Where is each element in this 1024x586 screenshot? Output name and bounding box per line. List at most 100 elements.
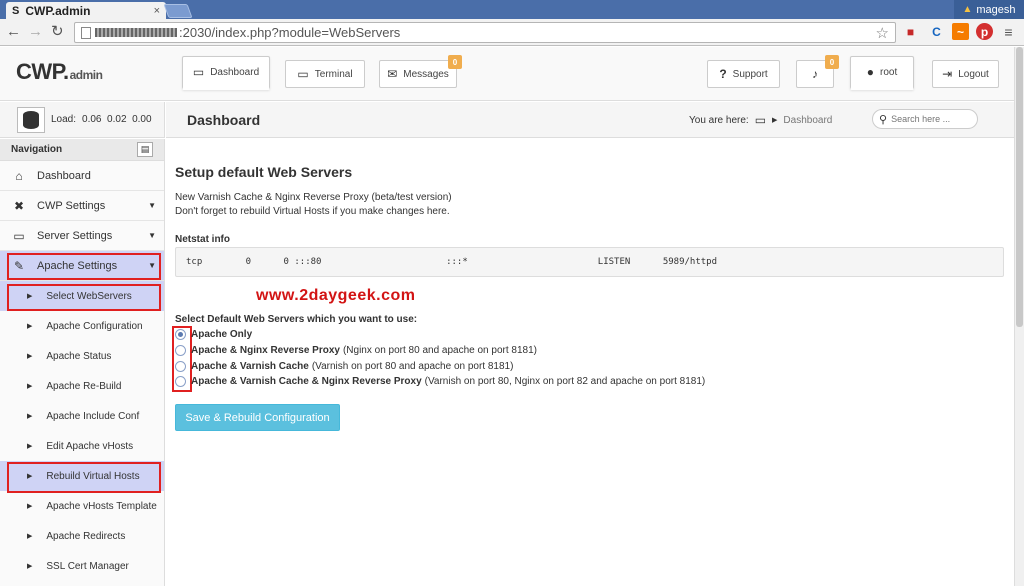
logout-icon: ⇥: [942, 67, 953, 81]
sidebar-item-dashboard[interactable]: ⌂ Dashboard: [0, 161, 164, 191]
save-rebuild-button[interactable]: Save & Rebuild Configuration: [175, 404, 340, 431]
search-box: ⚲: [872, 109, 978, 129]
sidebar-sub-apache-status[interactable]: ▶ Apache Status: [0, 341, 164, 371]
dashboard-button[interactable]: ▭ Dashboard: [182, 56, 270, 90]
radio-button[interactable]: [175, 345, 186, 356]
terminal-button[interactable]: ▭ Terminal: [285, 60, 365, 88]
new-tab-button[interactable]: [163, 4, 193, 18]
webserver-option-apache-only[interactable]: Apache Only: [175, 327, 255, 342]
radio-button[interactable]: [175, 329, 186, 340]
search-icon: ⚲: [879, 113, 888, 126]
back-icon[interactable]: ←: [6, 24, 21, 40]
cwp-logo[interactable]: CWP.admin: [16, 59, 103, 85]
option-note: (Varnish on port 80 and apache on port 8…: [311, 361, 514, 372]
webserver-option-apache-varnish[interactable]: Apache & Varnish Cache (Varnish on port …: [175, 359, 513, 374]
browser-user[interactable]: ▲ magesh: [954, 0, 1024, 19]
notifications-badge: 0: [825, 55, 839, 69]
reload-icon[interactable]: ↻: [51, 24, 64, 40]
sidebar-item-apache-settings[interactable]: ✎ Apache Settings ▼: [0, 251, 164, 281]
sidebar-sub-apache-vhosts-template[interactable]: ▶ Apache vHosts Template: [0, 491, 164, 521]
sidebar-sub-ssl-cert-manager[interactable]: ▶ SSL Cert Manager: [0, 551, 164, 581]
radio-button[interactable]: [175, 361, 186, 372]
extension-train-icon[interactable]: ■: [902, 23, 919, 40]
search-input[interactable]: [891, 114, 972, 124]
user-button-label: root: [880, 66, 898, 78]
chevron-right-icon: ▶: [27, 353, 33, 360]
sidebar-sub-label: Apache Status: [46, 350, 112, 362]
support-button[interactable]: ? Support: [707, 60, 780, 88]
page-scrollbar[interactable]: [1014, 47, 1024, 586]
option-note: (Nginx on port 80 and apache on port 818…: [342, 345, 537, 356]
scrollbar-thumb[interactable]: [1016, 47, 1023, 327]
sidebar-item-label: CWP Settings: [37, 199, 106, 212]
question-icon: ?: [719, 67, 727, 81]
sidebar-toggle-icon[interactable]: ▤: [137, 142, 153, 157]
radio-button[interactable]: [175, 376, 186, 387]
messages-button[interactable]: ✉ Messages 0: [379, 55, 462, 88]
home-icon: ⌂: [15, 168, 23, 183]
chevron-right-icon: ▶: [772, 117, 778, 124]
extension-pinterest-icon[interactable]: p: [976, 23, 993, 40]
chevron-right-icon: ▶: [27, 443, 33, 450]
description-line: Don't forget to rebuild Virtual Hosts if…: [175, 206, 450, 217]
user-icon: ●: [866, 65, 874, 79]
logo-sub: admin: [69, 68, 103, 82]
chevron-right-icon: ▶: [27, 293, 33, 300]
extension-chart-icon[interactable]: ~: [952, 23, 969, 40]
messages-button-label: Messages: [403, 68, 449, 80]
notifications-button[interactable]: ♪ 0: [796, 55, 839, 88]
logout-button[interactable]: ⇥ Logout: [932, 60, 999, 88]
browser-menu-icon[interactable]: ≡: [1000, 23, 1017, 40]
monitor-icon: ▭: [13, 228, 25, 243]
sidebar-sub-apache-rebuild[interactable]: ▶ Apache Re-Build: [0, 371, 164, 401]
tab-favicon: S: [12, 4, 20, 17]
nav-heading-label: Navigation: [11, 144, 63, 155]
user-button[interactable]: ● root: [850, 56, 914, 90]
bookmark-star-icon[interactable]: ☆: [876, 24, 889, 42]
chevron-right-icon: ▶: [27, 323, 33, 330]
forward-icon[interactable]: →: [28, 24, 43, 40]
option-label: Apache & Varnish Cache: [191, 361, 309, 372]
nav-heading: Navigation ▤: [0, 139, 164, 161]
terminal-icon: ▭: [297, 67, 309, 81]
sidebar-item-server-settings[interactable]: ▭ Server Settings ▼: [0, 221, 164, 251]
wrench-icon: ✖: [13, 198, 25, 213]
sidebar-item-cwp-settings[interactable]: ✖ CWP Settings ▼: [0, 191, 164, 221]
extension-c-icon[interactable]: C: [928, 23, 945, 40]
webserver-option-apache-varnish-nginx[interactable]: Apache & Varnish Cache & Nginx Reverse P…: [175, 374, 705, 389]
select-label: Select Default Web Servers which you wan…: [175, 314, 418, 325]
sidebar-sub-select-webservers[interactable]: ▶ Select WebServers: [0, 281, 164, 311]
address-bar[interactable]: :2030/index.php?module=WebServers ☆: [74, 22, 896, 43]
caret-down-icon: ▼: [148, 231, 156, 240]
feather-icon: ✎: [13, 258, 25, 273]
sidebar-sub-apache-include-conf[interactable]: ▶ Apache Include Conf: [0, 401, 164, 431]
tab-close-icon[interactable]: ×: [154, 5, 160, 17]
chevron-right-icon: ▶: [27, 533, 33, 540]
sidebar-sub-label: Edit Apache vHosts: [46, 440, 134, 452]
watermark: www.2daygeek.com: [256, 287, 416, 304]
webserver-option-apache-nginx[interactable]: Apache & Nginx Reverse Proxy (Nginx on p…: [175, 343, 537, 358]
chevron-right-icon: ▶: [27, 563, 33, 570]
sidebar-sub-apache-configuration[interactable]: ▶ Apache Configuration: [0, 311, 164, 341]
dashboard-button-label: Dashboard: [210, 66, 260, 78]
tab-title: CWP.admin: [25, 3, 91, 18]
sidebar-item-label: Apache Settings: [37, 259, 118, 272]
bell-icon: ♪: [812, 67, 818, 81]
option-label: Apache Only: [191, 329, 253, 340]
sidebar-sub-label: Apache Include Conf: [46, 410, 140, 422]
chevron-right-icon: ▶: [27, 383, 33, 390]
sidebar-sub-rebuild-virtual-hosts[interactable]: ▶ Rebuild Virtual Hosts: [0, 461, 164, 491]
section-heading: Setup default Web Servers: [175, 164, 353, 180]
sidebar-sub-apache-redirects[interactable]: ▶ Apache Redirects: [0, 521, 164, 551]
browser-tab[interactable]: S CWP.admin ×: [6, 2, 166, 19]
browser-toolbar: ← → ↻ :2030/index.php?module=WebServers …: [0, 19, 1024, 46]
address-url: :2030/index.php?module=WebServers: [179, 25, 401, 40]
option-label: Apache & Varnish Cache & Nginx Reverse P…: [191, 376, 422, 387]
logout-button-label: Logout: [958, 68, 989, 80]
sidebar-sub-edit-apache-vhosts[interactable]: ▶ Edit Apache vHosts: [0, 431, 164, 461]
chevron-right-icon: ▶: [27, 503, 33, 510]
breadcrumb-current[interactable]: Dashboard: [783, 115, 832, 126]
sidebar-sub-label: Apache Redirects: [46, 530, 126, 542]
cwp-header: CWP.admin ▭ Dashboard ▭ Terminal ✉ Messa…: [0, 47, 1024, 101]
netstat-output: tcp 0 0 :::80 :::* LISTEN 5989/httpd: [175, 247, 1004, 277]
